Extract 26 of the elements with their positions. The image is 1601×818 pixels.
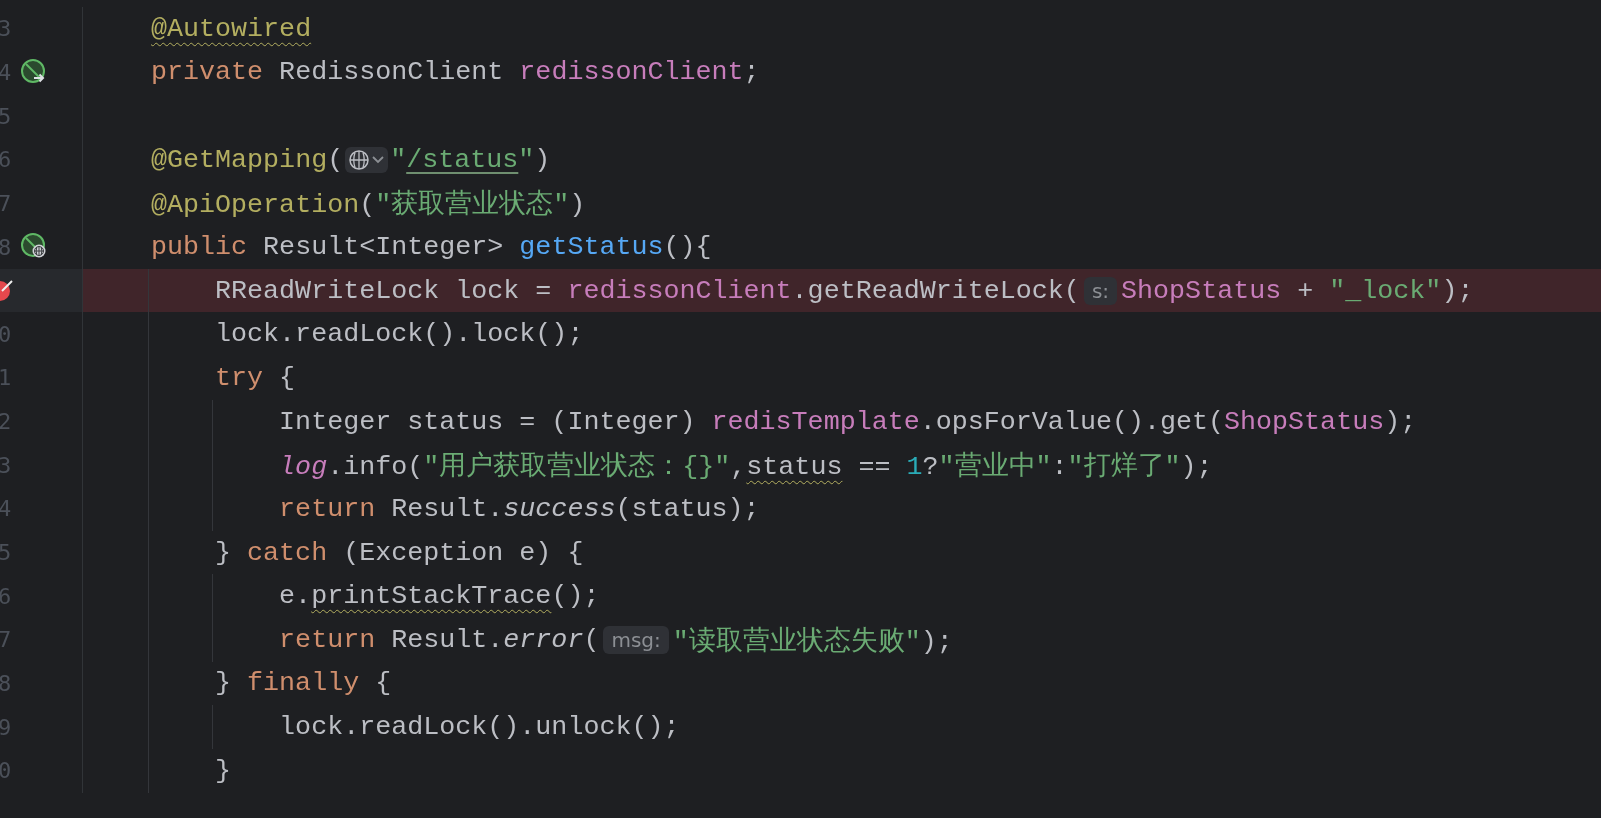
code-text: private RedissonClient redissonClient;	[151, 57, 760, 88]
code-text: } finally {	[215, 668, 392, 699]
code-text: lock.readLock().unlock();	[279, 712, 680, 743]
code-text: public Result<Integer> getStatus(){	[151, 232, 712, 262]
code-text: try {	[215, 362, 296, 393]
globe-menu-button[interactable]	[345, 146, 389, 173]
code-text: } catch (Exception e) {	[215, 537, 584, 568]
code-text: return Result.success(status);	[279, 493, 760, 524]
code-text: "读取营业状态失败");	[672, 625, 953, 658]
code-text: e.printStackTrace();	[279, 581, 600, 612]
code-text: }	[215, 755, 232, 786]
chevron-icon	[371, 154, 386, 165]
parameter-hint: s:	[1083, 276, 1118, 305]
code-text: Integer status = (Integer) redisTemplate.opsForValue().get(ShopStatus);	[279, 406, 1417, 437]
code-text: @ApiOperation("获取营业状态")	[151, 188, 586, 222]
code-text: lock.readLock().lock();	[215, 319, 584, 350]
code-text: @Autowired	[151, 13, 312, 44]
parameter-hint: msg:	[603, 625, 669, 654]
code-text: RReadWriteLock lock = redissonClient.getReadWriteLock(	[215, 275, 1080, 306]
code-text: "/status")	[390, 144, 551, 175]
code-text: ShopStatus + "_lock");	[1121, 275, 1474, 306]
breakpoint-icon[interactable]	[0, 278, 14, 303]
code-text: @GetMapping(	[151, 144, 344, 175]
code-text: log.info("用户获取营业状态：{}",status == 1?"营业中":"打烊了");	[279, 450, 1213, 484]
globe-icon	[348, 148, 371, 171]
code-text: return Result.error(	[279, 624, 600, 655]
